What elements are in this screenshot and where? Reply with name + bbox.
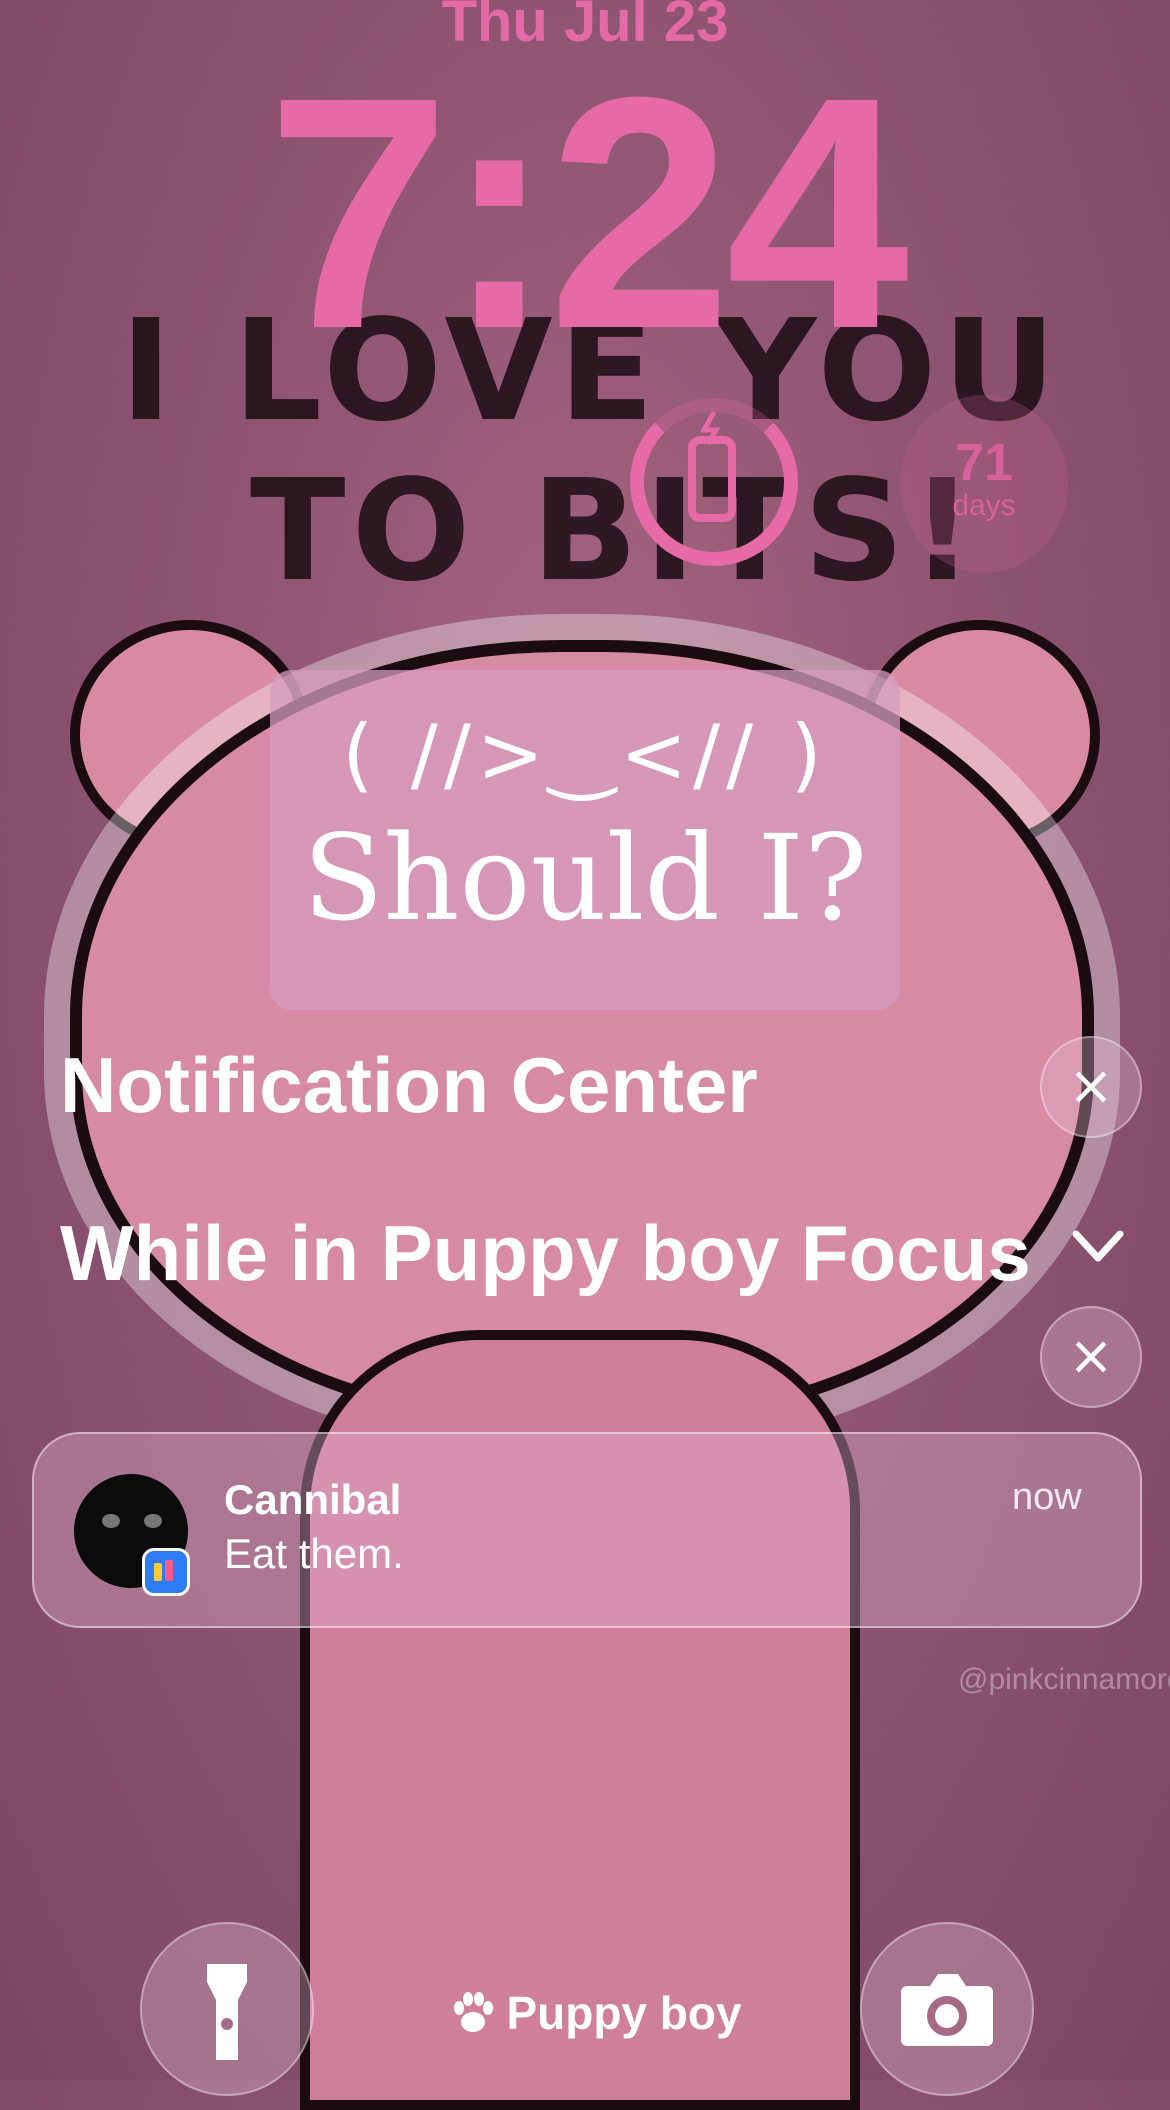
note-kaomoji: ( //>‿<// ) [342,708,828,801]
notification-message: Eat them. [224,1530,404,1577]
days-count: 71 [955,434,1013,492]
avatar-eye-left [102,1514,120,1528]
paw-icon [454,1991,494,2032]
notification-app-name: Cannibal [224,1476,402,1523]
close-icon: × [1068,1054,1114,1117]
notification-center-title: Notification Center [60,1041,758,1129]
phone-charging-icon [688,412,736,522]
focus-section-title[interactable]: While in Puppy boy Focus [60,1208,1031,1299]
days-label: days [952,489,1016,522]
flashlight-button[interactable] [140,1922,314,2096]
focus-mode-indicator[interactable]: Puppy boy [430,1982,760,2040]
notification-time: now [1012,1476,1082,1518]
clear-focus-section-button[interactable]: × [1040,1306,1142,1408]
close-icon: × [1068,1324,1114,1387]
note-text: Should I? [302,809,868,947]
app-icon [142,1548,190,1596]
avatar-eye-right [144,1514,162,1528]
wallpaper-headline-line2: TO BITS! [250,450,981,613]
note-widget[interactable]: ( //>‿<// ) Should I? [270,670,900,1010]
camera-button[interactable] [860,1922,1034,2096]
flashlight-icon [207,1964,247,2060]
shortcuts-icon [154,1560,173,1581]
camera-icon [901,1974,993,2046]
clear-notification-center-button[interactable]: × [1040,1036,1142,1138]
battery-widget[interactable] [630,398,798,566]
wallpaper-watermark: @pinkcinnamoroll [958,1663,1170,1696]
notification-card[interactable]: Cannibal Eat them. now [32,1432,1142,1628]
focus-mode-label: Puppy boy [506,1986,742,2039]
chevron-down-icon[interactable] [1070,1218,1126,1274]
lockscreen-time: 7:24 [266,28,909,397]
days-countdown-widget[interactable]: 71 days [900,395,1068,573]
